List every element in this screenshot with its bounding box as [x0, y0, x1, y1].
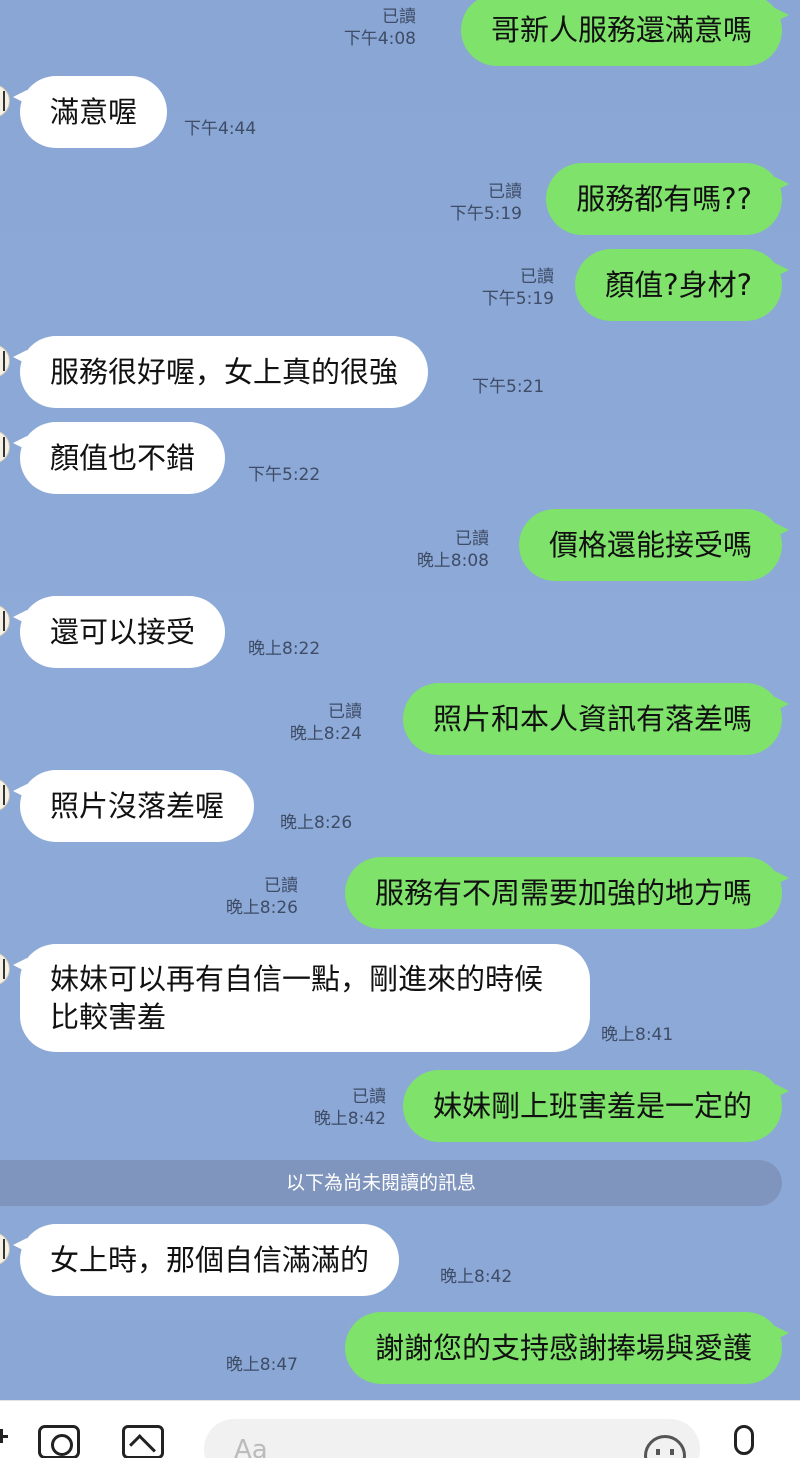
plus-icon[interactable]	[0, 1429, 8, 1443]
message-meta: 已讀 晚上8:42	[314, 1086, 386, 1130]
message-bubble-incoming[interactable]: 滿意喔	[12, 76, 168, 148]
unread-divider: 以下為尚未閱讀的訊息	[0, 1160, 782, 1206]
message-bubble-outgoing[interactable]: 照片和本人資訊有落差嗎	[402, 683, 790, 755]
message-bubble-outgoing[interactable]: 謝謝您的支持感謝捧場與愛護	[344, 1312, 790, 1384]
message-time: 晚上8:26	[225, 898, 298, 918]
message-time: 下午5:19	[481, 289, 554, 309]
message-time: 晚上8:47	[225, 1355, 298, 1375]
read-receipt: 已讀	[382, 7, 416, 27]
avatar[interactable]	[0, 952, 10, 986]
avatar[interactable]	[0, 84, 10, 118]
message-bubble-outgoing[interactable]: 哥新人服務還滿意嗎	[460, 0, 790, 66]
message-bubble-outgoing[interactable]: 服務有不周需要加強的地方嗎	[344, 857, 790, 929]
avatar[interactable]	[0, 1232, 10, 1266]
avatar[interactable]	[0, 778, 10, 812]
message-bubble-incoming[interactable]: 顏值也不錯	[12, 422, 226, 494]
message-time: 晚上8:42	[313, 1109, 386, 1129]
message-time: 下午5:22	[248, 465, 321, 485]
camera-icon[interactable]	[38, 1425, 80, 1458]
message-time: 下午4:44	[184, 119, 257, 139]
message-input[interactable]: Aa	[204, 1419, 700, 1458]
avatar[interactable]	[0, 344, 10, 378]
message-time: 下午5:19	[449, 204, 522, 224]
message-meta: 已讀 晚上8:26	[226, 875, 298, 919]
message-bubble-incoming[interactable]: 女上時，那個自信滿滿的	[12, 1224, 400, 1296]
avatar[interactable]	[0, 604, 10, 638]
read-receipt: 已讀	[264, 876, 298, 896]
image-icon[interactable]	[122, 1425, 164, 1458]
message-time: 晚上8:42	[440, 1267, 513, 1287]
message-time: 晚上8:24	[289, 724, 362, 744]
microphone-icon[interactable]	[734, 1425, 754, 1455]
read-receipt: 已讀	[328, 702, 362, 722]
message-time: 下午4:08	[343, 29, 416, 49]
message-meta: 已讀 下午5:19	[482, 266, 554, 310]
message-bubble-incoming[interactable]: 服務很好喔，女上真的很強	[12, 336, 429, 408]
message-bubble-outgoing[interactable]: 服務都有嗎??	[546, 163, 789, 235]
message-bubble-outgoing[interactable]: 價格還能接受嗎	[518, 509, 790, 581]
message-time: 下午5:21	[472, 377, 545, 397]
message-bubble-incoming[interactable]: 妹妹可以再有自信一點，剛進來的時候比較害羞	[13, 944, 590, 1052]
read-receipt: 已讀	[455, 529, 489, 549]
message-meta: 已讀 晚上8:08	[417, 528, 489, 572]
read-receipt: 已讀	[352, 1087, 386, 1107]
message-meta: 已讀 下午5:19	[450, 181, 522, 225]
composer-bar: Aa	[0, 1400, 800, 1458]
message-meta: 已讀 下午4:08	[344, 6, 416, 50]
message-bubble-outgoing[interactable]: 妹妹剛上班害羞是一定的	[402, 1070, 790, 1142]
read-receipt: 已讀	[488, 182, 522, 202]
message-bubble-outgoing[interactable]: 顏值?身材?	[575, 249, 789, 321]
avatar[interactable]	[0, 430, 10, 464]
message-time: 晚上8:26	[280, 813, 353, 833]
message-meta: 已讀 晚上8:24	[290, 701, 362, 745]
message-bubble-incoming[interactable]: 照片沒落差喔	[12, 770, 255, 842]
message-time: 晚上8:41	[601, 1025, 674, 1045]
message-time: 晚上8:22	[248, 639, 321, 659]
read-receipt: 已讀	[520, 267, 554, 287]
chat-area[interactable]: 哥新人服務還滿意嗎 已讀 下午4:08 滿意喔 下午4:44 服務都有嗎?? 已…	[0, 0, 800, 1400]
message-time: 晚上8:08	[416, 551, 489, 571]
message-bubble-incoming[interactable]: 還可以接受	[12, 596, 226, 668]
